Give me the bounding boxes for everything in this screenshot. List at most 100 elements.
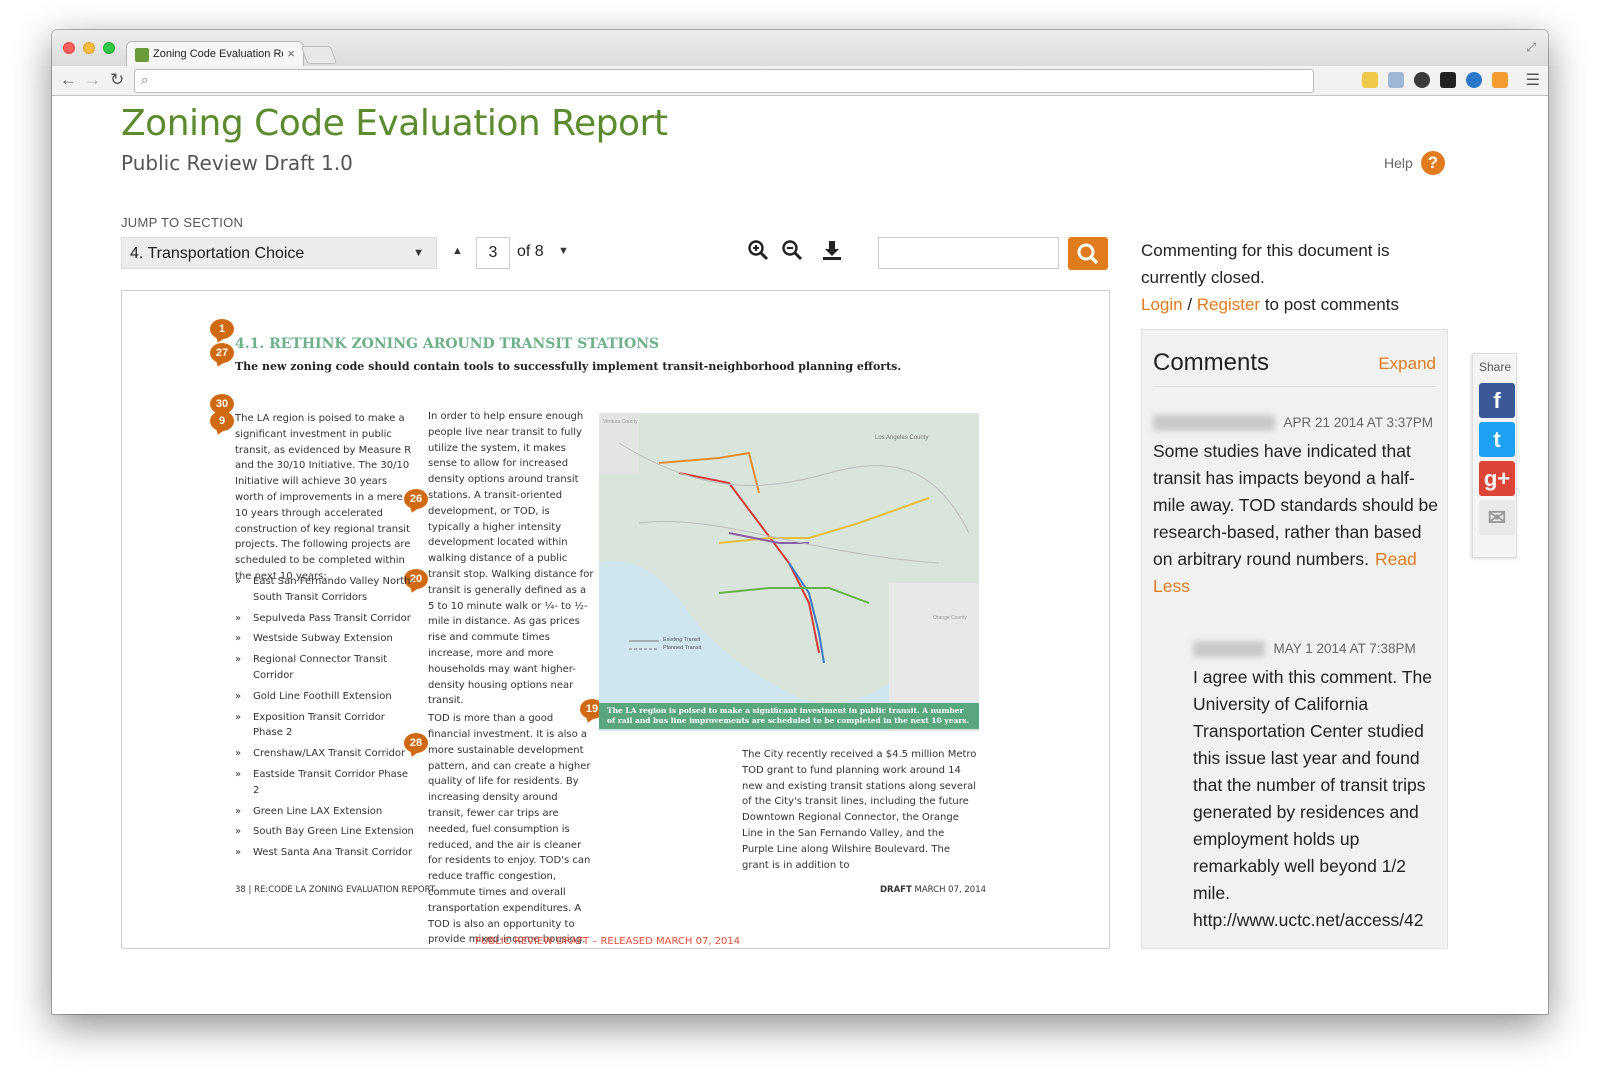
list-item: Crenshaw/LAX Transit Corridor [235, 746, 415, 762]
chevron-down-icon: ▼ [413, 247, 424, 259]
page-content: Zoning Code Evaluation Report Public Rev… [52, 97, 1548, 1014]
register-link[interactable]: Register [1197, 295, 1260, 314]
page-subtitle: Public Review Draft 1.0 [121, 151, 353, 175]
page-footer-right: DRAFT MARCH 07, 2014 [880, 885, 986, 895]
help-label: Help [1384, 155, 1413, 171]
map-caption: The LA region is poised to make a signif… [599, 703, 979, 729]
comment-date: APR 21 2014 AT 3:37PM [1283, 415, 1434, 431]
comment-pin[interactable]: 9 [210, 411, 234, 431]
map-legend-planned: Planned Transit [663, 645, 702, 651]
window-maximize-button[interactable] [103, 42, 115, 54]
page-footer-draft: DRAFT [880, 885, 912, 895]
list-item: Westside Subway Extension [235, 631, 415, 647]
zoom-out-icon[interactable] [781, 239, 803, 267]
body-column-3: The City recently received a $4.5 millio… [742, 749, 977, 871]
paragraph: In order to help ensure enough people li… [428, 411, 594, 707]
new-tab-button[interactable] [300, 46, 338, 64]
menu-icon[interactable]: ☰ [1526, 70, 1540, 90]
list-item: Green Line LAX Extension [235, 804, 415, 820]
page-footer-date: MARCH 07, 2014 [914, 885, 987, 895]
list-item: Regional Connector Transit Corridor [235, 652, 415, 684]
document-search-input[interactable] [878, 237, 1059, 269]
comment: josephusmyer APR 21 2014 AT 3:37PM Some … [1153, 414, 1443, 600]
comments-expand-link[interactable]: Expand [1378, 354, 1436, 374]
googleplus-share-icon[interactable]: g+ [1479, 461, 1515, 496]
extension-notes-icon[interactable] [1362, 72, 1378, 88]
extension-window-icon[interactable] [1388, 72, 1404, 88]
browser-tab[interactable]: Zoning Code Evaluation Re × [126, 41, 304, 67]
facebook-share-icon[interactable]: f [1479, 383, 1515, 418]
page-number-input[interactable]: 3 [476, 237, 510, 269]
login-separator: / [1182, 295, 1197, 314]
comment-text: I agree with this comment. The Universit… [1193, 667, 1432, 930]
tab-close-icon[interactable]: × [287, 46, 295, 61]
list-item: Exposition Transit Corridor Phase 2 [235, 710, 415, 742]
email-share-icon[interactable]: ✉ [1479, 500, 1515, 535]
share-label: Share [1479, 360, 1512, 374]
map-label-county: Los Angeles County [875, 435, 929, 441]
forward-arrow-icon[interactable]: → [84, 70, 101, 90]
draft-banner: PUBLIC REVIEW DRAFT – RELEASED MARCH 07,… [475, 936, 741, 947]
divider [1153, 386, 1436, 387]
section-heading: 4.1. RETHINK ZONING AROUND TRANSIT STATI… [235, 336, 660, 352]
map-label-orange: Orange County [933, 615, 967, 621]
body-column-2: In order to help ensure enough people li… [428, 409, 594, 948]
help-question-icon: ? [1420, 151, 1445, 175]
comments-panel: Comments Expand josephusmyer APR 21 2014… [1141, 329, 1448, 949]
page-footer-left: 38 | RE:CODE LA ZONING EVALUATION REPORT [235, 885, 436, 895]
zoom-in-icon[interactable] [747, 239, 769, 267]
favicon-icon [135, 48, 149, 62]
commenting-status: Commenting for this document is currentl… [1141, 237, 1441, 318]
twitter-share-icon[interactable]: t [1479, 422, 1515, 457]
list-item: Gold Line Foothill Extension [235, 689, 415, 705]
next-page-down-icon[interactable]: ▼ [558, 245, 569, 257]
extension-owl-icon[interactable] [1440, 72, 1456, 88]
project-list: East San Fernando Valley North-South Tra… [235, 574, 415, 866]
body-column-1: The LA region is poised to make a signif… [235, 413, 412, 582]
title-bar: Zoning Code Evaluation Re × ⤢ [52, 30, 1548, 67]
list-item: Sepulveda Pass Transit Corridor [235, 611, 415, 627]
extension-camera-icon[interactable] [1414, 72, 1430, 88]
login-register-line: Login / Register to post comments [1141, 291, 1441, 318]
window-close-button[interactable] [63, 42, 75, 54]
help-link[interactable]: Help ? [1384, 151, 1445, 175]
comment-body: Some studies have indicated that transit… [1153, 438, 1443, 600]
list-item: West Santa Ana Transit Corridor [235, 845, 415, 861]
jump-to-section-label: JUMP TO SECTION [121, 215, 244, 230]
back-arrow-icon[interactable]: ← [60, 70, 77, 90]
login-link[interactable]: Login [1141, 295, 1183, 314]
window-minimize-button[interactable] [83, 42, 95, 54]
address-bar[interactable]: ⌕ [134, 69, 1314, 93]
comment-author[interactable]: josephusmyer [1153, 414, 1275, 431]
tab-title: Zoning Code Evaluation Re [153, 48, 283, 60]
comments-heading: Comments [1153, 349, 1270, 376]
fullscreen-icon[interactable]: ⤢ [1526, 40, 1536, 55]
page-total-label: of 8 [517, 243, 544, 260]
map-label-ventura: Ventura County [603, 419, 638, 425]
reload-icon[interactable]: ↻ [110, 70, 124, 90]
extension-cloud-icon[interactable] [1466, 72, 1482, 88]
comment-author[interactable]: letagoia [1193, 640, 1265, 657]
section-select[interactable]: 4. Transportation Choice ▼ [121, 237, 437, 269]
post-comments-text: to post comments [1260, 295, 1399, 314]
search-icon: ⌕ [141, 72, 149, 87]
comment-pin[interactable]: 1 [210, 319, 234, 339]
section-select-value: 4. Transportation Choice [130, 245, 305, 262]
browser-window: Zoning Code Evaluation Re × ⤢ ← → ↻ ⌕ ☰ … [52, 30, 1548, 1014]
list-item: Eastside Transit Corridor Phase 2 [235, 767, 415, 799]
share-widget: Share f t g+ ✉ [1472, 353, 1517, 558]
search-button[interactable] [1068, 237, 1108, 270]
extension-chart-icon[interactable] [1492, 72, 1508, 88]
transit-map-image: Los Angeles County Ventura County Orange… [599, 413, 979, 731]
document-viewer[interactable]: 1 27 30 9 26 20 19 28 4.1. RETHINK ZONIN… [121, 290, 1110, 949]
commenting-closed-text: Commenting for this document is currentl… [1141, 241, 1390, 287]
download-icon[interactable] [821, 239, 843, 267]
comment-pin[interactable]: 27 [210, 343, 234, 363]
search-icon [1077, 243, 1099, 265]
browser-toolbar: ← → ↻ ⌕ ☰ [52, 66, 1548, 96]
comment-reply: letagoia MAY 1 2014 AT 7:38PM I agree wi… [1193, 640, 1445, 934]
previous-page-up-icon[interactable]: ▲ [452, 245, 463, 257]
section-subheading: The new zoning code should contain tools… [235, 360, 902, 373]
map-legend-existing: Existing Transit [663, 637, 701, 643]
comment-date: MAY 1 2014 AT 7:38PM [1273, 641, 1416, 657]
